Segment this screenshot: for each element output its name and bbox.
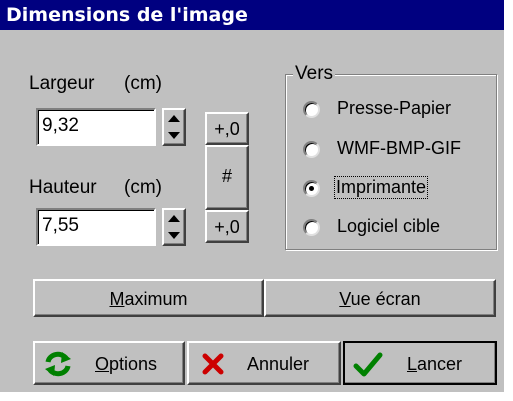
width-unit: (cm) <box>124 73 162 94</box>
height-round-button[interactable]: +,0 <box>205 210 249 243</box>
lock-ratio-button[interactable]: # <box>205 145 249 210</box>
height-spin-down-icon[interactable] <box>164 227 184 244</box>
radio-presse-papier[interactable] <box>303 101 320 118</box>
destination-title: Vers <box>293 63 336 85</box>
width-spin-up-icon[interactable] <box>164 110 184 127</box>
height-spinner[interactable] <box>162 208 186 246</box>
radio-logiciel-cible[interactable] <box>303 219 320 236</box>
maximum-button[interactable]: Maximum <box>33 279 264 317</box>
radio-selected-dot <box>309 186 314 191</box>
width-spin-down-icon[interactable] <box>164 127 184 144</box>
window-title: Dimensions de l'image <box>0 0 513 30</box>
radio-imprimante[interactable] <box>303 180 320 197</box>
width-input[interactable]: 9,32 <box>36 108 156 146</box>
radio-wmf-bmp-gif[interactable] <box>303 141 320 158</box>
width-spinner[interactable] <box>162 108 186 146</box>
window-edge-bottom <box>0 392 513 401</box>
options-button[interactable]: Options <box>33 341 185 385</box>
screen-view-button[interactable]: Vue écran <box>264 279 496 317</box>
radio-label-imprimante[interactable]: Imprimante <box>333 176 429 199</box>
height-unit: (cm) <box>124 177 162 198</box>
x-icon <box>202 353 224 375</box>
refresh-icon <box>45 351 71 377</box>
width-round-button[interactable]: +,0 <box>205 112 249 145</box>
height-input[interactable]: 7,55 <box>36 208 156 246</box>
dimensions-dialog: Dimensions de l'image Largeur (cm) 9,32 … <box>0 0 513 401</box>
window-edge-right <box>504 0 513 401</box>
width-label: Largeur <box>29 73 95 94</box>
height-spin-up-icon[interactable] <box>164 210 184 227</box>
radio-label-logiciel-cible[interactable]: Logiciel cible <box>337 216 440 237</box>
height-label: Hauteur <box>29 177 97 198</box>
radio-label-wmf-bmp-gif[interactable]: WMF-BMP-GIF <box>337 138 461 159</box>
cancel-button[interactable]: Annuler <box>187 341 341 385</box>
radio-label-presse-papier[interactable]: Presse-Papier <box>337 98 451 119</box>
checkmark-icon <box>353 352 383 377</box>
run-button[interactable]: Lancer <box>343 341 497 385</box>
